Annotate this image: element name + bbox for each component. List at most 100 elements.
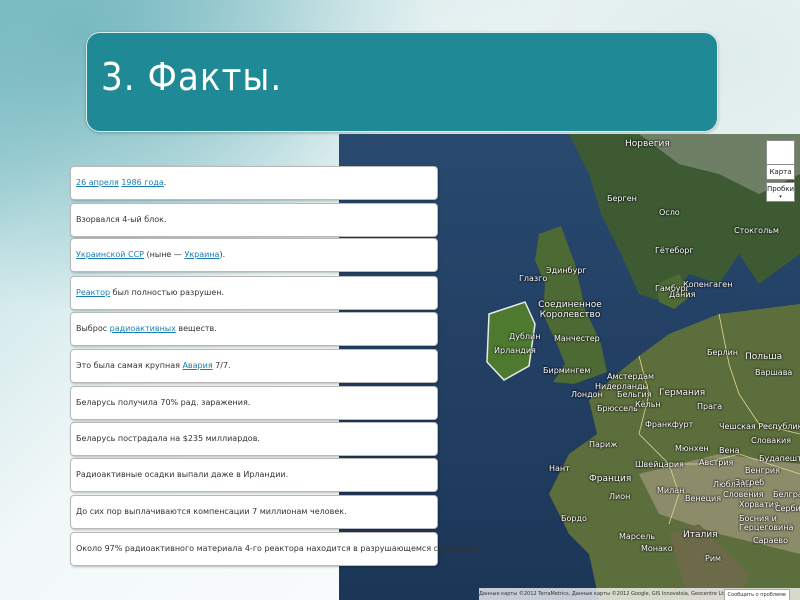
map-label-belgrade: Белград (773, 490, 800, 499)
fact-text: До сих пор выплачиваются компенсации 7 м… (76, 507, 347, 516)
fact-text-part: До сих пор выплачиваются компенсации 7 м… (76, 507, 347, 516)
map-attribution-bar: Данные карты ©2012 TerraMetrics, Данные … (479, 588, 800, 600)
map-label-bordeaux: Бордо (561, 514, 587, 523)
map-label-brussels: Брюссель (597, 404, 638, 413)
map-label-germany: Германия (659, 388, 706, 398)
fact-item: Выброс радиоактивных веществ. (70, 312, 438, 346)
fact-item: 26 апреля 1986 года. (70, 166, 438, 200)
traffic-label: Пробки (767, 185, 795, 193)
map-label-lyon: Лион (609, 492, 631, 501)
map-label-glasgow: Глазго (519, 274, 548, 283)
map-label-czech: Чешская Республика (719, 422, 800, 431)
map-label-munich: Мюнхен (675, 444, 709, 453)
fact-item: Радиоактивные осадки выпали даже в Ирлан… (70, 458, 438, 492)
fact-text-part: был полностью разрушен. (110, 288, 225, 297)
traffic-dropdown[interactable]: Пробки ▾ (766, 182, 795, 202)
fact-item: Беларусь получила 70% рад. заражения. (70, 386, 438, 420)
fact-link[interactable]: Реактор (76, 288, 110, 297)
map-label-switzerland: Швейцария (635, 460, 684, 469)
fact-item: Реактор был полностью разрушен. (70, 276, 438, 310)
fact-item: Беларусь пострадала на $235 миллиардов. (70, 422, 438, 456)
fact-text-part: (ныне — (143, 250, 185, 259)
fact-text: Радиоактивные осадки выпали даже в Ирлан… (76, 470, 288, 479)
map-label-stockholm: Стокгольм (734, 226, 779, 235)
fact-text-part: Радиоактивные осадки выпали даже в Ирлан… (76, 470, 289, 479)
map-label-hungary: Венгрия (745, 466, 780, 475)
map-label-norway: Норвегия (625, 139, 670, 149)
map-label-vienna: Вена (719, 446, 740, 455)
map-label-london: Лондон (571, 390, 603, 399)
map-label-monaco: Монако (641, 544, 673, 553)
fact-item: Взорвался 4-ый блок. (70, 203, 438, 237)
fact-link[interactable]: 1986 года (121, 178, 163, 187)
map-label-cologne: Кёльн (635, 400, 661, 409)
fact-link[interactable]: Авария (182, 361, 212, 370)
map-label-croatia: Хорватия (739, 500, 779, 509)
map-label-serbia: Сербия (775, 504, 800, 513)
fact-text-part: 7/7. (212, 361, 231, 370)
map-label-berlin: Берлин (707, 348, 739, 357)
map-label-amsterdam: Амстердам (607, 372, 655, 381)
fact-text: 26 апреля 1986 года. (76, 178, 166, 187)
chevron-down-icon: ▾ (779, 194, 782, 200)
fact-text-part: Беларусь получила 70% рад. заражения. (76, 398, 251, 407)
fact-item: Это была самая крупная Авария 7/7. (70, 349, 438, 383)
map-label-frankfurt: Франкфурт (645, 420, 694, 429)
fact-text: Беларусь пострадала на $235 миллиардов. (76, 434, 260, 443)
fact-text: Это была самая крупная Авария 7/7. (76, 361, 231, 370)
fact-link[interactable]: радиоактивных (110, 324, 176, 333)
fact-text: Реактор был полностью разрушен. (76, 288, 224, 297)
fact-text-part: ). (219, 250, 226, 259)
fact-item: До сих пор выплачиваются компенсации 7 м… (70, 495, 438, 529)
map-label-warsaw: Варшава (755, 368, 793, 377)
map-label-ireland: Ирландия (494, 346, 536, 355)
slide-title: 3. Факты. (101, 55, 283, 99)
map-label-italy: Италия (683, 530, 718, 540)
map-label-milan: Милан (657, 486, 685, 495)
map-label-birmingham: Бирмингем (543, 366, 591, 375)
fact-text: Украинской ССР (ныне — Украина). (76, 250, 225, 259)
map-label-edinburgh: Эдинбург (546, 266, 587, 275)
map-label-sarajevo: Сараево (753, 536, 788, 545)
map-label-gothenburg: Гётеборг (655, 246, 694, 255)
title-banner: 3. Факты. (86, 32, 718, 132)
map-label-budapest: Будапешт (759, 454, 800, 463)
map-label-prague: Прага (697, 402, 723, 411)
map-pegman-control[interactable] (766, 140, 795, 166)
fact-item: Украинской ССР (ныне — Украина). (70, 238, 438, 272)
fact-text: Взорвался 4-ый блок. (76, 215, 167, 224)
map-label-zagreb: Загреб (735, 478, 765, 487)
map-label-copenhagen: Копенгаген (683, 280, 733, 289)
map-label-bergen: Берген (607, 194, 637, 203)
map-label-rome: Рим (705, 554, 722, 563)
fact-text-part: Беларусь пострадала на $235 миллиардов. (76, 434, 260, 443)
map-type-button[interactable]: Карта (766, 164, 795, 180)
fact-text-part: Около 97% радиоактивного материала 4-го … (76, 544, 482, 553)
fact-text-part: . (163, 178, 167, 187)
map-label-oslo: Осло (659, 208, 680, 217)
map-label-slovenia: Словения (723, 490, 764, 499)
fact-text-part: Взорвался 4-ый блок. (76, 215, 167, 224)
map-label-paris: Париж (589, 440, 618, 449)
map-label-marseille: Марсель (619, 532, 656, 541)
map-label-manchester: Манчестер (554, 334, 600, 343)
map-label-belgium: Бельгия (617, 390, 652, 399)
map-label-slovakia: Словакия (751, 436, 792, 445)
map-label-uk: Соединенное Королевство (538, 300, 602, 320)
map-label-hamburg: Гамбург (655, 284, 690, 293)
report-problem-button[interactable]: Сообщить о проблеме (723, 589, 790, 600)
fact-text: Беларусь получила 70% рад. заражения. (76, 398, 250, 407)
map-attribution: Данные карты ©2012 TerraMetrics, Данные … (479, 591, 754, 597)
fact-item: Около 97% радиоактивного материала 4-го … (70, 532, 481, 566)
fact-text-part: Это была самая крупная (76, 361, 183, 370)
map-label-nantes: Нант (549, 464, 570, 473)
map-label-poland: Польша (745, 352, 783, 362)
fact-text: Выброс радиоактивных веществ. (76, 324, 217, 333)
fact-link[interactable]: 26 апреля (76, 178, 119, 187)
map-label-france: Франция (589, 474, 632, 484)
fact-link[interactable]: Украина (184, 250, 219, 259)
fact-link[interactable]: Украинской ССР (76, 250, 144, 259)
map-label-austria: Австрия (699, 458, 734, 467)
map-label-venice: Венеция (685, 494, 722, 503)
fact-text: Около 97% радиоактивного материала 4-го … (76, 544, 481, 553)
